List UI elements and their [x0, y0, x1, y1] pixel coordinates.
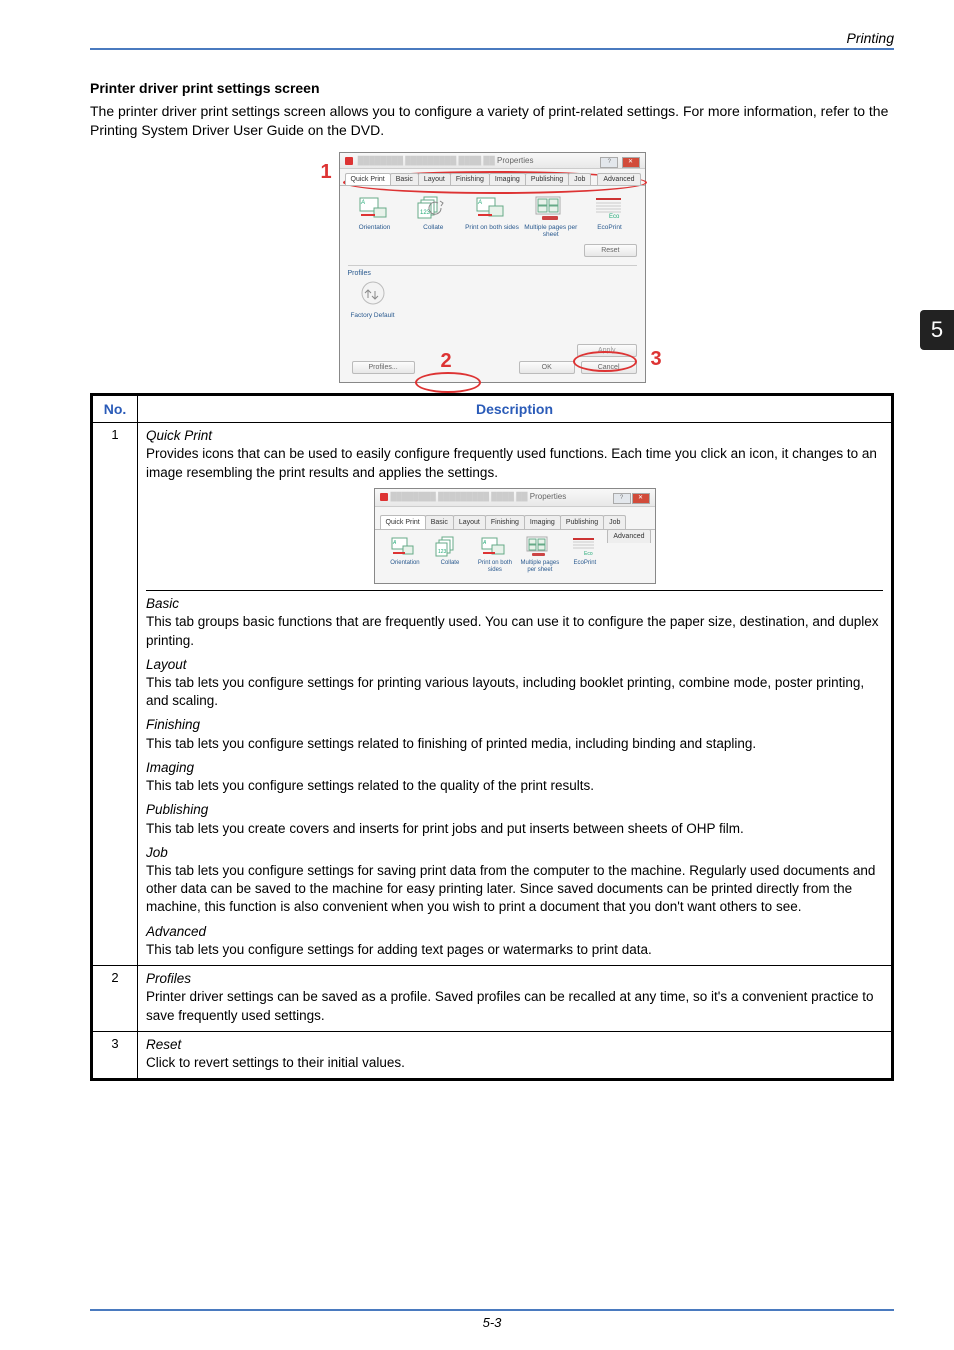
orientation-button[interactable]: AOrientation: [348, 196, 402, 238]
description-table: No. Description 1 Quick PrintProvides ic…: [90, 393, 894, 1081]
side-pagenumber: 5: [920, 310, 954, 350]
tab-advanced[interactable]: Advanced: [597, 173, 640, 185]
dialog-titlebar: ████████ █████████ ████ ██ Properties ? …: [340, 153, 645, 169]
close-icon[interactable]: ✕: [622, 157, 640, 168]
svg-text:A: A: [482, 540, 487, 546]
tab-finishing[interactable]: Finishing: [450, 173, 490, 185]
tab-job[interactable]: Job: [568, 173, 591, 185]
tab-layout[interactable]: Layout: [418, 173, 451, 185]
callout-oval-2: [415, 372, 481, 393]
section-title: Printer driver print settings screen: [90, 80, 894, 96]
tab-publishing[interactable]: Publishing: [525, 173, 569, 185]
tab-strip: Quick PrintBasicLayoutFinishingImagingPu…: [340, 169, 645, 186]
svg-text:123: 123: [438, 549, 447, 555]
th-desc: Description: [138, 395, 893, 423]
th-no: No.: [92, 395, 138, 423]
svg-text:A: A: [360, 200, 365, 206]
reset-button[interactable]: Reset: [584, 244, 636, 257]
ok-button[interactable]: OK: [519, 361, 575, 374]
svg-text:Eco: Eco: [584, 551, 593, 557]
svg-text:123: 123: [420, 210, 431, 216]
running-header: Printing: [90, 30, 894, 50]
collate-button[interactable]: 123Collate: [406, 196, 460, 238]
ecoprint-button[interactable]: EcoEcoPrint: [583, 196, 637, 238]
app-icon: [345, 157, 353, 165]
callout-label-1: 1: [321, 161, 332, 184]
help-icon[interactable]: ?: [600, 157, 618, 168]
table-row: 3 ResetClick to revert settings to their…: [92, 1031, 893, 1079]
factory-default-profile[interactable]: Factory Default: [348, 280, 398, 330]
svg-text:A: A: [477, 200, 482, 206]
page-footer: 5-3: [90, 1309, 894, 1330]
profiles-label: Profiles: [348, 270, 637, 277]
tab-basic[interactable]: Basic: [390, 173, 419, 185]
callout-label-3: 3: [651, 348, 662, 371]
duplex-button[interactable]: APrint on both sides: [465, 196, 519, 238]
nup-button[interactable]: Multiple pages per sheet: [524, 196, 578, 238]
tab-imaging[interactable]: Imaging: [489, 173, 526, 185]
dialog-mini: ████████ █████████ ████ ██ Properties ?✕…: [374, 488, 656, 584]
svg-text:A: A: [392, 540, 397, 546]
profiles-button[interactable]: Profiles...: [352, 361, 415, 374]
callout-oval-3: [573, 351, 637, 372]
table-row: 1 Quick PrintProvides icons that can be …: [92, 423, 893, 966]
section-intro: The printer driver print settings screen…: [90, 102, 894, 140]
table-row: 2 ProfilesPrinter driver settings can be…: [92, 966, 893, 1032]
callout-label-2: 2: [441, 350, 452, 373]
tab-quickprint[interactable]: Quick Print: [345, 173, 391, 185]
svg-text:Eco: Eco: [609, 214, 620, 220]
